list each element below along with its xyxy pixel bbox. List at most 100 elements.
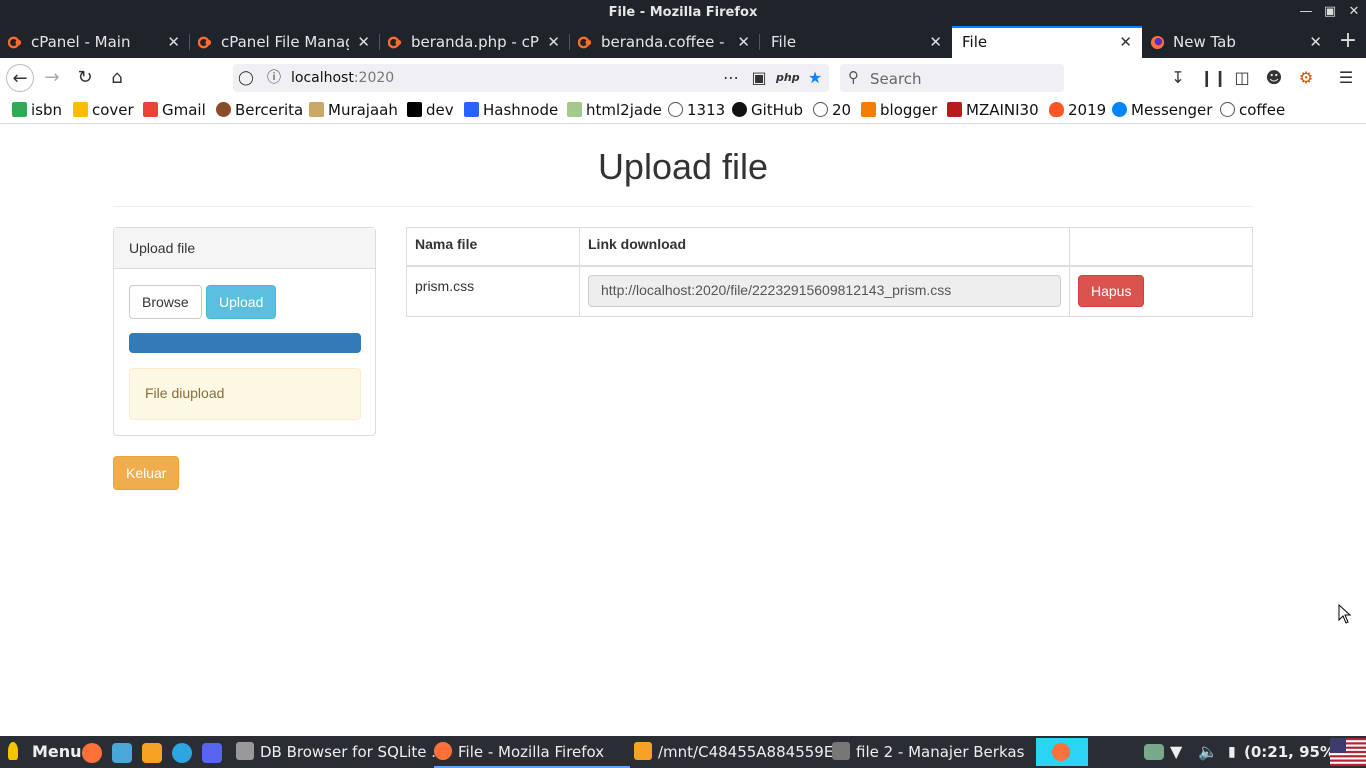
bookmark-messenger[interactable]: Messenger: [1112, 101, 1212, 121]
workspace-switcher[interactable]: [1036, 738, 1088, 766]
bookmark-label: MZAINI30: [966, 101, 1039, 119]
close-tab-icon[interactable]: ✕: [929, 33, 942, 51]
tab-file[interactable]: File ✕: [760, 26, 952, 58]
file-name-cell: prism.css: [406, 265, 580, 317]
bookmark-html2jade[interactable]: html2jade: [567, 101, 662, 121]
php-icon[interactable]: php: [776, 68, 800, 88]
files-launcher-icon[interactable]: [112, 743, 132, 763]
firefox-launcher-icon[interactable]: [82, 743, 102, 763]
taskbar-item-db-browser[interactable]: DB Browser for SQLite ...: [236, 736, 446, 768]
bookmark-cover[interactable]: cover: [73, 101, 134, 121]
bookmark-murajaah[interactable]: Murajaah: [309, 101, 398, 121]
cpanel-icon: [388, 36, 402, 49]
tab-beranda-coffee[interactable]: beranda.coffee - cPanel ✕: [570, 26, 760, 58]
taskbar-item-firefox[interactable]: File - Mozilla Firefox: [434, 736, 630, 768]
bookmark-20[interactable]: 20: [813, 101, 851, 121]
bookmark-bercerita[interactable]: Bercerita: [216, 101, 303, 121]
tab-beranda-php[interactable]: beranda.php - cPanel ✕: [380, 26, 570, 58]
tab-label: beranda.php - cPanel: [411, 33, 539, 51]
action-cell: Hapus: [1069, 265, 1253, 317]
tab-cpanel-main[interactable]: cPanel - Main ✕: [0, 26, 190, 58]
new-tab-plus-icon[interactable]: +: [1336, 30, 1360, 54]
bookmark-isbn[interactable]: isbn: [12, 101, 62, 121]
extension-icon[interactable]: ⚙: [1296, 68, 1316, 88]
tab-new-tab[interactable]: New Tab ✕: [1142, 26, 1332, 58]
search-icon: ⚲: [848, 68, 859, 86]
close-tab-icon[interactable]: ✕: [547, 33, 560, 51]
telegram-launcher-icon[interactable]: [172, 743, 192, 763]
bookmark-1313[interactable]: 1313: [668, 101, 725, 121]
shield-icon[interactable]: ◯: [236, 68, 256, 88]
bookmark-label: dev: [426, 101, 454, 119]
bookmark-label: isbn: [31, 101, 63, 119]
pocket-icon[interactable]: ▣: [749, 68, 769, 88]
upload-panel: Upload file Browse Upload File diupload: [113, 227, 376, 436]
download-icon[interactable]: ↧: [1168, 68, 1188, 88]
url-text[interactable]: localhost:2020: [291, 70, 394, 86]
more-dots-icon[interactable]: ⋯: [721, 68, 741, 88]
gmail-icon: [143, 102, 158, 117]
delete-button[interactable]: Hapus: [1078, 274, 1145, 307]
bookmark-coffee[interactable]: coffee: [1220, 101, 1285, 121]
close-window-icon[interactable]: ✕: [1346, 4, 1362, 20]
discord-launcher-icon[interactable]: [202, 743, 222, 763]
bookmark-blogger[interactable]: blogger: [861, 101, 937, 121]
library-icon[interactable]: ❙❙: [1200, 68, 1227, 88]
close-tab-icon[interactable]: ✕: [167, 33, 180, 51]
bookmark-mzaini30[interactable]: MZAINI30: [947, 101, 1039, 121]
close-tab-icon[interactable]: ✕: [1119, 33, 1132, 51]
bookmark-2019[interactable]: 2019: [1049, 101, 1106, 121]
forward-arrow-icon[interactable]: →: [38, 64, 66, 92]
column-header-link: Link download: [579, 227, 1070, 267]
home-icon[interactable]: ⌂: [103, 64, 131, 92]
bookmark-label: blogger: [880, 101, 938, 119]
sublime-launcher-icon[interactable]: [142, 743, 162, 763]
sidebar-icon[interactable]: ◫: [1232, 68, 1252, 88]
mouse-cursor-icon: [1338, 604, 1352, 624]
dev-icon: [407, 102, 422, 117]
search-input[interactable]: ⚲ Search: [840, 64, 1064, 92]
download-link-input[interactable]: http://localhost:2020/file/2223291560981…: [588, 274, 1061, 307]
tab-cpanel-file-manager[interactable]: cPanel File Manager ✕: [190, 26, 380, 58]
bookmark-dev[interactable]: dev: [407, 101, 454, 121]
taskbar-item-sublime[interactable]: /mnt/C48455A884559E...: [634, 736, 848, 768]
taskbar-item-file-manager[interactable]: file 2 - Manajer Berkas: [832, 736, 1024, 768]
html2jade-icon: [567, 102, 582, 117]
table-row: prism.css http://localhost:2020/file/222…: [406, 265, 1253, 317]
close-tab-icon[interactable]: ✕: [737, 33, 750, 51]
close-tab-icon[interactable]: ✕: [357, 33, 370, 51]
close-tab-icon[interactable]: ✕: [1309, 33, 1322, 51]
maximize-icon[interactable]: ▣: [1322, 4, 1338, 20]
bookmark-label: 2019: [1068, 101, 1107, 119]
browse-button[interactable]: Browse: [129, 285, 202, 319]
wifi-icon[interactable]: ▼: [1170, 736, 1182, 768]
bookmark-star-icon[interactable]: ★: [805, 68, 825, 88]
upload-button[interactable]: Upload: [206, 285, 277, 319]
bookmark-label: Murajaah: [328, 101, 398, 119]
back-arrow-icon[interactable]: ←: [6, 64, 34, 92]
logout-button[interactable]: Keluar: [113, 456, 180, 490]
network-manager-icon[interactable]: [1144, 744, 1164, 760]
bookmark-github[interactable]: GitHub: [732, 101, 803, 121]
minimize-icon[interactable]: —: [1298, 4, 1314, 20]
start-menu-button[interactable]: Menu: [8, 736, 82, 768]
table-header-row: Nama file Link download: [406, 227, 1253, 267]
url-port: :2020: [353, 70, 395, 86]
bookmark-gmail[interactable]: Gmail: [143, 101, 206, 121]
tab-label: cPanel - Main: [31, 33, 131, 51]
blogger-icon: [861, 102, 876, 117]
battery-icon[interactable]: ▮: [1228, 736, 1236, 768]
account-icon[interactable]: ☻: [1264, 68, 1284, 88]
tab-file-active[interactable]: File ✕: [952, 26, 1142, 58]
hamburger-menu-icon[interactable]: ☰: [1336, 68, 1356, 88]
bookmark-label: 1313: [687, 101, 726, 119]
reload-icon[interactable]: ↻: [71, 64, 99, 92]
menu-label: Menu: [32, 742, 82, 761]
progress-bar-fill: [129, 333, 361, 353]
info-icon[interactable]: ⓘ: [264, 68, 284, 88]
bookmark-hashnode[interactable]: Hashnode: [464, 101, 558, 121]
volume-icon[interactable]: 🔈: [1198, 736, 1218, 768]
bookmarks-bar: isbn cover Gmail Bercerita Murajaah dev …: [0, 98, 1366, 124]
tab-label: File: [962, 33, 988, 51]
keyboard-layout-flag-icon[interactable]: [1330, 738, 1366, 766]
